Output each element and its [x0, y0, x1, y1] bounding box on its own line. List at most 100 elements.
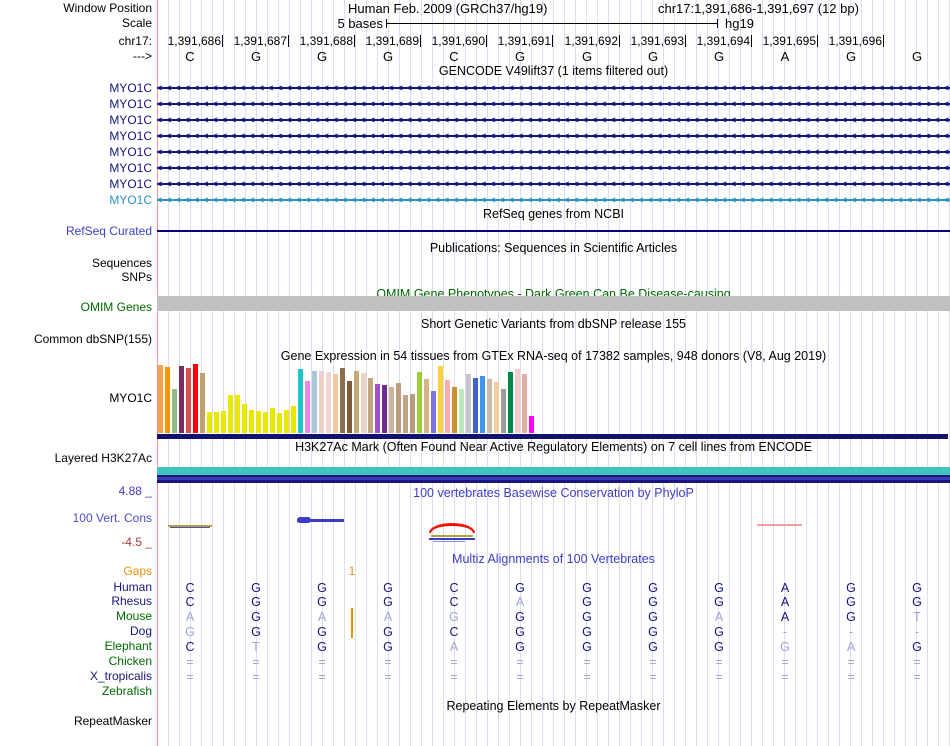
- gtex-tissue-bar[interactable]: [172, 389, 177, 433]
- phylop-wiggle-mark[interactable]: [433, 541, 465, 542]
- gencode-transcript-item[interactable]: <<<<<<<<<<<<<<<<<<<<<<<<<<<<<<<<<<<<<<<<…: [157, 163, 950, 173]
- phylop-wiggle-mark[interactable]: [757, 524, 802, 526]
- gtex-tissue-bar[interactable]: [298, 369, 303, 433]
- gencode-transcript-item[interactable]: <<<<<<<<<<<<<<<<<<<<<<<<<<<<<<<<<<<<<<<<…: [157, 179, 950, 189]
- omim-genes-label[interactable]: OMIM Genes: [0, 301, 152, 314]
- gtex-tissue-bar[interactable]: [452, 387, 457, 433]
- h3k27ac-signal-teal[interactable]: [157, 467, 950, 475]
- refseq-curated-label[interactable]: RefSeq Curated: [0, 225, 152, 238]
- gtex-tissue-bar[interactable]: [249, 410, 254, 433]
- alignment-base: G: [582, 625, 592, 639]
- repeatmasker-label[interactable]: RepeatMasker: [0, 715, 152, 728]
- gtex-tissue-bar[interactable]: [312, 371, 317, 433]
- gencode-transcript-label[interactable]: MYO1C: [0, 146, 152, 159]
- sequences-label[interactable]: Sequences: [0, 257, 152, 270]
- gtex-tissue-bar[interactable]: [396, 383, 401, 433]
- gencode-transcript-label[interactable]: MYO1C: [0, 130, 152, 143]
- gtex-tissue-bar[interactable]: [529, 416, 534, 433]
- gtex-tissue-bar[interactable]: [445, 380, 450, 433]
- gtex-tissue-bar[interactable]: [305, 381, 310, 433]
- gtex-tissue-bar[interactable]: [242, 404, 247, 433]
- gtex-tissue-bar[interactable]: [235, 395, 240, 433]
- species-label[interactable]: Chicken: [0, 655, 152, 668]
- gtex-tissue-bar[interactable]: [165, 367, 170, 433]
- gencode-transcript-item[interactable]: <<<<<<<<<<<<<<<<<<<<<<<<<<<<<<<<<<<<<<<<…: [157, 115, 950, 125]
- gencode-transcript-label[interactable]: MYO1C: [0, 98, 152, 111]
- genome-browser-image[interactable]: Window Position Human Feb. 2009 (GRCh37/…: [0, 0, 950, 746]
- gtex-tissue-bar[interactable]: [319, 371, 324, 433]
- gencode-transcript-label[interactable]: MYO1C: [0, 162, 152, 175]
- gtex-tissue-bar[interactable]: [459, 389, 464, 433]
- gtex-tissue-bar[interactable]: [522, 374, 527, 433]
- phylop-wiggle-mark[interactable]: [429, 538, 475, 540]
- gencode-transcript-item[interactable]: <<<<<<<<<<<<<<<<<<<<<<<<<<<<<<<<<<<<<<<<…: [157, 147, 950, 157]
- species-label[interactable]: Human: [0, 581, 152, 594]
- gencode-transcript-item[interactable]: <<<<<<<<<<<<<<<<<<<<<<<<<<<<<<<<<<<<<<<<…: [157, 83, 950, 93]
- gtex-tissue-bar[interactable]: [291, 406, 296, 433]
- gtex-gene-label[interactable]: MYO1C: [0, 392, 152, 405]
- gencode-transcript-item[interactable]: <<<<<<<<<<<<<<<<<<<<<<<<<<<<<<<<<<<<<<<<…: [157, 195, 950, 205]
- gtex-tissue-bar[interactable]: [193, 364, 198, 433]
- gtex-tissue-bar[interactable]: [214, 412, 219, 433]
- species-label[interactable]: Mouse: [0, 610, 152, 623]
- species-label[interactable]: Elephant: [0, 640, 152, 653]
- species-label[interactable]: Dog: [0, 625, 152, 638]
- gtex-tissue-bar[interactable]: [417, 372, 422, 433]
- gtex-tissue-bar[interactable]: [487, 379, 492, 433]
- common-dbsnp-label[interactable]: Common dbSNP(155): [0, 333, 152, 346]
- h3k27ac-signal-navy[interactable]: [157, 475, 950, 483]
- gtex-tissue-bar[interactable]: [473, 378, 478, 433]
- gtex-tissue-bar[interactable]: [431, 391, 436, 433]
- multiz-gaps-label[interactable]: Gaps: [0, 565, 152, 578]
- gtex-tissue-bar[interactable]: [438, 366, 443, 433]
- gtex-tissue-bar[interactable]: [508, 372, 513, 433]
- gencode-transcript-label[interactable]: MYO1C: [0, 82, 152, 95]
- gtex-tissue-bar[interactable]: [277, 413, 282, 433]
- gtex-tissue-bar[interactable]: [256, 411, 261, 433]
- gtex-tissue-bar[interactable]: [333, 374, 338, 433]
- layered-h3k27ac-label[interactable]: Layered H3K27Ac: [0, 452, 152, 465]
- species-label[interactable]: Rhesus: [0, 595, 152, 608]
- gtex-tissue-bar[interactable]: [186, 368, 191, 433]
- gencode-transcript-item[interactable]: <<<<<<<<<<<<<<<<<<<<<<<<<<<<<<<<<<<<<<<<…: [157, 99, 950, 109]
- phylop-wiggle-mark[interactable]: [170, 527, 210, 528]
- gtex-tissue-bar[interactable]: [515, 369, 520, 433]
- gtex-tissue-bar[interactable]: [466, 374, 471, 433]
- gencode-transcript-label[interactable]: MYO1C: [0, 114, 152, 127]
- gtex-tissue-bar[interactable]: [480, 376, 485, 433]
- snps-label[interactable]: SNPs: [0, 271, 152, 284]
- species-label[interactable]: X_tropicalis: [0, 670, 152, 683]
- gtex-tissue-bar[interactable]: [494, 382, 499, 433]
- gtex-tissue-bar[interactable]: [340, 368, 345, 433]
- gtex-tissue-bar[interactable]: [228, 395, 233, 433]
- gencode-transcript-label[interactable]: MYO1C: [0, 194, 152, 207]
- species-label[interactable]: Zebrafish: [0, 685, 152, 698]
- conservation-track-label[interactable]: 100 Vert. Cons: [0, 512, 152, 525]
- gtex-tissue-bar[interactable]: [410, 394, 415, 433]
- gtex-tissue-bar[interactable]: [326, 372, 331, 433]
- gencode-transcript-item[interactable]: <<<<<<<<<<<<<<<<<<<<<<<<<<<<<<<<<<<<<<<<…: [157, 131, 950, 141]
- gtex-tissue-bar[interactable]: [361, 373, 366, 433]
- gtex-tissue-bar[interactable]: [347, 381, 352, 433]
- gtex-tissue-bar[interactable]: [403, 395, 408, 433]
- gtex-tissue-bar[interactable]: [501, 389, 506, 433]
- phylop-wiggle-mark[interactable]: [431, 535, 473, 537]
- gtex-tissue-bar[interactable]: [368, 378, 373, 433]
- gtex-tissue-bar[interactable]: [207, 412, 212, 433]
- gtex-tissue-bar[interactable]: [382, 385, 387, 433]
- phylop-wiggle-mark[interactable]: [297, 517, 311, 523]
- gtex-tissue-bar[interactable]: [263, 412, 268, 433]
- gtex-tissue-bar[interactable]: [179, 366, 184, 433]
- refseq-curated-item[interactable]: [157, 230, 950, 232]
- gtex-tissue-bar[interactable]: [389, 387, 394, 433]
- gtex-tissue-bar[interactable]: [424, 379, 429, 433]
- gtex-tissue-bar[interactable]: [221, 411, 226, 433]
- gtex-tissue-bar[interactable]: [284, 410, 289, 433]
- gtex-tissue-bar[interactable]: [158, 365, 163, 433]
- gencode-transcript-label[interactable]: MYO1C: [0, 178, 152, 191]
- gtex-tissue-bar[interactable]: [354, 371, 359, 433]
- gtex-tissue-bar[interactable]: [200, 373, 205, 433]
- gtex-tissue-bar[interactable]: [270, 408, 275, 433]
- omim-gene-bar[interactable]: [157, 296, 950, 311]
- gtex-tissue-bar[interactable]: [375, 384, 380, 433]
